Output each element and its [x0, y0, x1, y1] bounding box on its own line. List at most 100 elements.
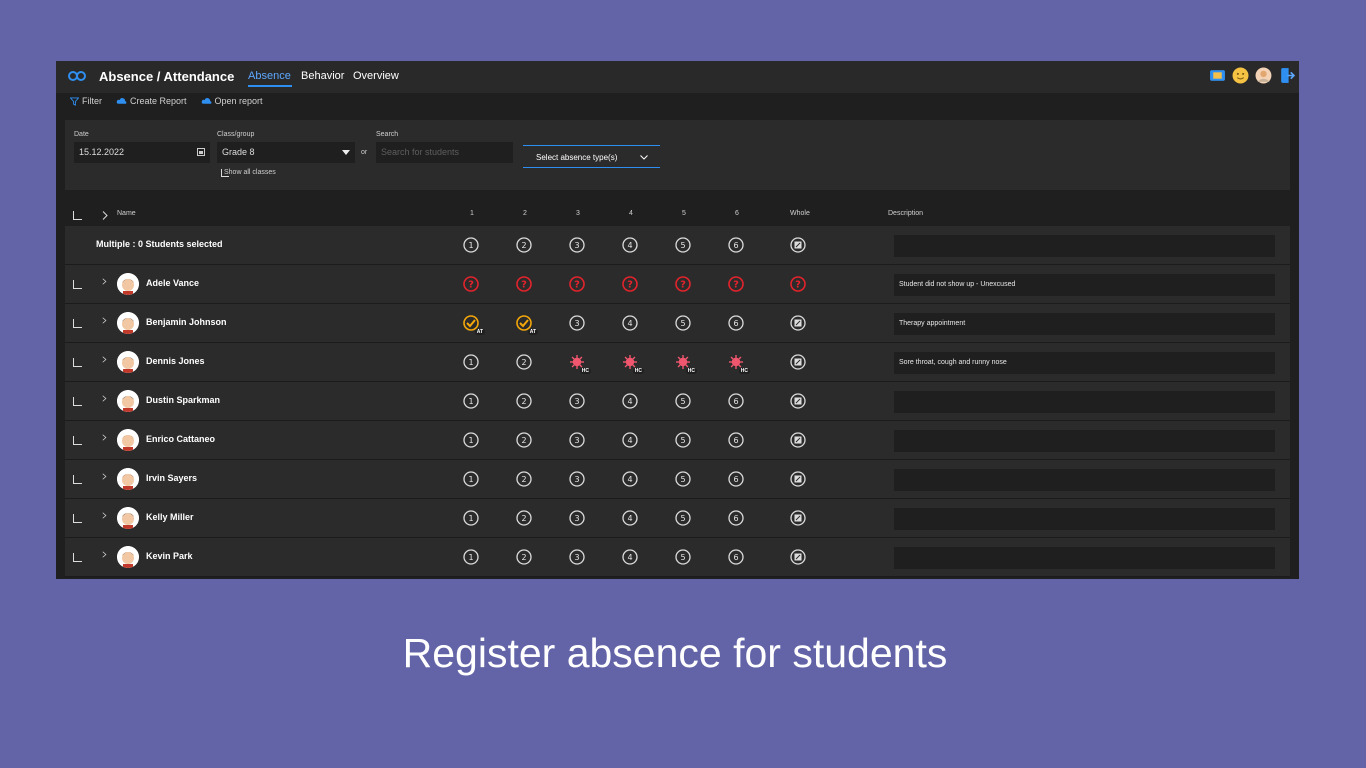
- period-6-toggle[interactable]: 6: [728, 315, 744, 331]
- row-checkbox[interactable]: [73, 280, 82, 289]
- period-1-toggle[interactable]: ?: [463, 276, 479, 292]
- class-select[interactable]: Grade 8: [217, 142, 355, 163]
- row-checkbox[interactable]: [73, 319, 82, 328]
- period-5-toggle[interactable]: 5: [675, 393, 691, 409]
- period-2-toggle[interactable]: 2: [516, 471, 532, 487]
- period-4-toggle[interactable]: 4: [622, 471, 638, 487]
- period-6-toggle[interactable]: ?: [728, 276, 744, 292]
- period-6-toggle[interactable]: 6: [728, 549, 744, 565]
- header-name[interactable]: Name: [117, 210, 136, 217]
- period-4-toggle[interactable]: 4: [622, 549, 638, 565]
- period-3-toggle[interactable]: 3: [569, 549, 585, 565]
- period-2-toggle[interactable]: 2: [516, 237, 532, 253]
- student-name[interactable]: Benjamin Johnson: [146, 317, 227, 327]
- period-3-toggle[interactable]: HC: [569, 354, 591, 374]
- period-4-toggle[interactable]: 4: [622, 393, 638, 409]
- description-input[interactable]: Student did not show up - Unexcused: [894, 274, 1275, 296]
- open-report-button[interactable]: Open report: [201, 96, 263, 106]
- period-3-toggle[interactable]: 3: [569, 237, 585, 253]
- description-input[interactable]: Therapy appointment: [894, 313, 1275, 335]
- chevron-right-icon[interactable]: [101, 356, 108, 363]
- period-5-toggle[interactable]: 5: [675, 315, 691, 331]
- period-5-toggle[interactable]: 5: [675, 237, 691, 253]
- period-2-toggle[interactable]: 2: [516, 432, 532, 448]
- period-6-toggle[interactable]: 6: [728, 393, 744, 409]
- row-checkbox[interactable]: [73, 553, 82, 562]
- user-avatar-icon[interactable]: [1255, 67, 1272, 84]
- description-input[interactable]: Sore throat, cough and runny nose: [894, 352, 1275, 374]
- description-input[interactable]: [894, 235, 1275, 257]
- period-1-toggle[interactable]: 1: [463, 354, 479, 370]
- period-1-toggle[interactable]: 1: [463, 237, 479, 253]
- absence-type-select[interactable]: Select absence type(s): [523, 145, 660, 168]
- row-checkbox[interactable]: [73, 436, 82, 445]
- period-5-toggle[interactable]: ?: [675, 276, 691, 292]
- search-input[interactable]: Search for students: [376, 142, 513, 163]
- whole-day-toggle[interactable]: [790, 510, 806, 526]
- period-1-toggle[interactable]: 1: [463, 510, 479, 526]
- period-3-toggle[interactable]: 3: [569, 432, 585, 448]
- whole-day-toggle[interactable]: ?: [790, 276, 806, 292]
- period-3-toggle[interactable]: 3: [569, 393, 585, 409]
- chevron-right-icon[interactable]: [101, 551, 108, 558]
- period-2-toggle[interactable]: AT: [516, 315, 538, 335]
- period-5-toggle[interactable]: 5: [675, 432, 691, 448]
- period-4-toggle[interactable]: 4: [622, 432, 638, 448]
- student-name[interactable]: Dustin Sparkman: [146, 395, 220, 405]
- period-6-toggle[interactable]: 6: [728, 432, 744, 448]
- period-6-toggle[interactable]: 6: [728, 237, 744, 253]
- tab-behavior[interactable]: Behavior: [301, 70, 344, 82]
- expand-all-chevron-icon[interactable]: [102, 211, 108, 220]
- chevron-right-icon[interactable]: [101, 434, 108, 441]
- period-2-toggle[interactable]: ?: [516, 276, 532, 292]
- row-checkbox[interactable]: [73, 475, 82, 484]
- period-3-toggle[interactable]: 3: [569, 315, 585, 331]
- period-2-toggle[interactable]: 2: [516, 393, 532, 409]
- period-2-toggle[interactable]: 2: [516, 549, 532, 565]
- whole-day-toggle[interactable]: [790, 549, 806, 565]
- description-input[interactable]: [894, 469, 1275, 491]
- period-3-toggle[interactable]: ?: [569, 276, 585, 292]
- exit-icon[interactable]: [1278, 67, 1295, 84]
- period-1-toggle[interactable]: 1: [463, 471, 479, 487]
- chevron-right-icon[interactable]: [101, 278, 108, 285]
- student-name[interactable]: Enrico Cattaneo: [146, 434, 215, 444]
- period-6-toggle[interactable]: HC: [728, 354, 750, 374]
- period-5-toggle[interactable]: 5: [675, 510, 691, 526]
- period-2-toggle[interactable]: 2: [516, 354, 532, 370]
- student-name[interactable]: Irvin Sayers: [146, 473, 197, 483]
- chevron-right-icon[interactable]: [101, 512, 108, 519]
- period-3-toggle[interactable]: 3: [569, 471, 585, 487]
- period-1-toggle[interactable]: AT: [463, 315, 485, 335]
- period-4-toggle[interactable]: HC: [622, 354, 644, 374]
- period-5-toggle[interactable]: 5: [675, 549, 691, 565]
- whole-day-toggle[interactable]: [790, 432, 806, 448]
- whole-day-toggle[interactable]: [790, 354, 806, 370]
- period-4-toggle[interactable]: ?: [622, 276, 638, 292]
- chevron-right-icon[interactable]: [101, 473, 108, 480]
- whiteboard-icon[interactable]: [1209, 67, 1226, 84]
- student-name[interactable]: Dennis Jones: [146, 356, 205, 366]
- period-1-toggle[interactable]: 1: [463, 393, 479, 409]
- period-4-toggle[interactable]: 4: [622, 237, 638, 253]
- calendar-icon[interactable]: [197, 148, 205, 156]
- whole-day-toggle[interactable]: [790, 471, 806, 487]
- create-report-button[interactable]: Create Report: [116, 96, 187, 106]
- chevron-right-icon[interactable]: [101, 395, 108, 402]
- period-3-toggle[interactable]: 3: [569, 510, 585, 526]
- period-5-toggle[interactable]: 5: [675, 471, 691, 487]
- row-checkbox[interactable]: [73, 514, 82, 523]
- period-6-toggle[interactable]: 6: [728, 510, 744, 526]
- period-2-toggle[interactable]: 2: [516, 510, 532, 526]
- date-field[interactable]: 15.12.2022: [74, 142, 210, 163]
- select-all-checkbox[interactable]: [73, 211, 82, 220]
- period-4-toggle[interactable]: 4: [622, 315, 638, 331]
- emoji-icon[interactable]: [1232, 67, 1249, 84]
- student-name[interactable]: Kelly Miller: [146, 512, 194, 522]
- whole-day-toggle[interactable]: [790, 315, 806, 331]
- whole-day-toggle[interactable]: [790, 393, 806, 409]
- student-name[interactable]: Adele Vance: [146, 278, 199, 288]
- period-6-toggle[interactable]: 6: [728, 471, 744, 487]
- tab-absence[interactable]: Absence: [248, 70, 291, 82]
- period-1-toggle[interactable]: 1: [463, 432, 479, 448]
